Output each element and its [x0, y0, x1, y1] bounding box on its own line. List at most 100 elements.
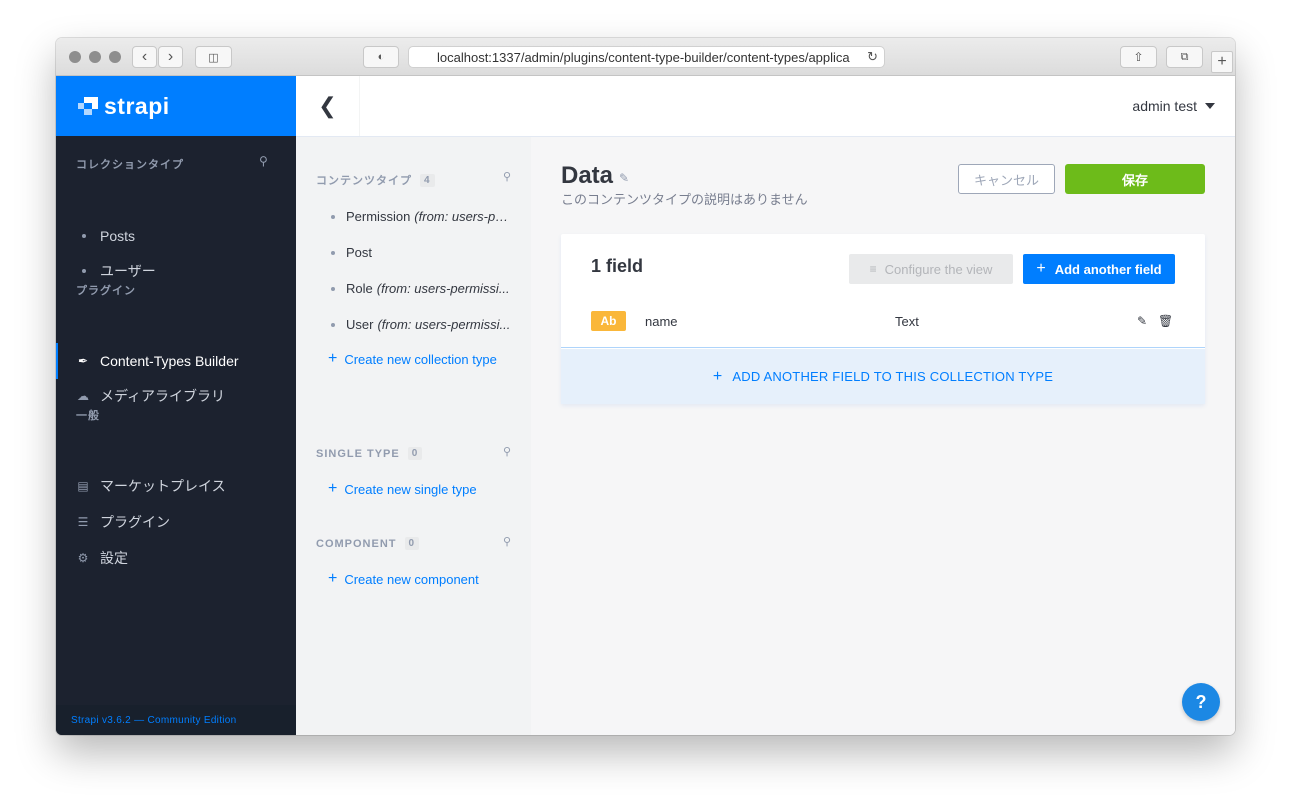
plus-icon: + — [712, 367, 723, 385]
privacy-report-button[interactable]: ◐ — [363, 46, 399, 68]
share-icon: ⇧ — [1133, 50, 1144, 64]
sidebar-toggle-button[interactable]: ◫ — [195, 46, 232, 68]
address-url: localhost:1337/admin/plugins/content-typ… — [437, 49, 850, 65]
create-component-link[interactable]: + Create new component — [328, 571, 479, 587]
create-single-type-link[interactable]: + Create new single type — [328, 481, 477, 497]
basket-icon: ▤ — [77, 479, 89, 493]
page-title-text: Data — [561, 162, 614, 189]
top-header: ❮ admin test — [296, 76, 1235, 137]
tabs-overview-button[interactable]: ⧉ — [1166, 46, 1203, 68]
user-name: admin test — [1132, 98, 1197, 114]
cancel-button[interactable]: キャンセル — [958, 164, 1055, 194]
list-item-role[interactable]: Role (from: users-permissi... — [331, 281, 511, 296]
bullet-icon — [331, 214, 335, 219]
left-sidebar: strapi コレクションタイプ ⚲ Posts ユーザー プラグイン ✒ Con… — [56, 76, 296, 735]
link-label: Create new collection type — [344, 351, 497, 367]
add-field-to-collection-button[interactable]: + ADD ANOTHER FIELD TO THIS COLLECTION T… — [561, 349, 1205, 404]
bullet-icon — [331, 322, 335, 327]
browser-toolbar: ‹ › ◫ ◐ localhost:1337/admin/plugins/con… — [56, 38, 1235, 76]
share-button[interactable]: ⇧ — [1120, 46, 1157, 68]
item-name: User — [346, 317, 374, 332]
sliders-icon: ≡ — [869, 262, 877, 276]
content-types-title: コンテンツタイプ — [316, 175, 412, 187]
chevron-right-icon: › — [167, 48, 174, 65]
chevron-left-icon: ‹ — [141, 48, 148, 65]
new-tab-button[interactable]: + — [1211, 51, 1233, 73]
user-menu[interactable]: admin test — [1132, 98, 1215, 114]
link-label: Create new single type — [344, 481, 477, 497]
reload-icon[interactable]: ↻ — [867, 49, 878, 65]
sidebar-item-label: 設定 — [100, 550, 128, 566]
sidebar-item-label: マーケットプレイス — [100, 478, 226, 494]
single-type-count: 0 — [407, 447, 423, 460]
add-another-field-button[interactable]: + Add another field — [1023, 254, 1175, 284]
plus-icon: + — [328, 480, 338, 497]
section-collection-types: コレクションタイプ — [76, 159, 184, 171]
item-source: (from: users-pe... — [414, 209, 511, 224]
plus-icon: + — [1217, 53, 1227, 70]
pencil-icon[interactable]: ✎ — [619, 171, 629, 185]
table-row[interactable]: Ab name Text ✎ 🗑 — [561, 298, 1205, 348]
back-nav-button[interactable]: ‹ — [132, 46, 157, 68]
single-type-title: SINGLE TYPE — [316, 447, 400, 460]
search-icon[interactable]: ⚲ — [503, 170, 511, 183]
sidebar-item-marketplace[interactable]: ▤ マーケットプレイス — [56, 468, 296, 504]
search-icon[interactable]: ⚲ — [503, 445, 511, 458]
field-name: name — [645, 314, 678, 329]
version-label: Strapi v3.6.2 — Community Edition — [56, 705, 296, 735]
main-content: Data ✎ このコンテンツタイプの説明はありません キャンセル 保存 1 fi… — [531, 137, 1235, 735]
list-icon: ☰ — [77, 515, 89, 529]
gear-icon: ⚙ — [77, 551, 89, 565]
component-title: COMPONENT — [316, 537, 397, 550]
list-item-post[interactable]: Post — [331, 245, 511, 260]
address-bar[interactable]: localhost:1337/admin/plugins/content-typ… — [408, 46, 885, 68]
list-item-user[interactable]: User (from: users-permissi... — [331, 317, 511, 332]
field-type-badge: Ab — [591, 311, 626, 331]
shield-icon: ◐ — [377, 51, 385, 63]
tabs-icon: ⧉ — [1180, 50, 1189, 63]
trash-icon[interactable]: 🗑 — [1158, 314, 1173, 328]
search-icon[interactable]: ⚲ — [259, 154, 268, 168]
single-type-header: SINGLE TYPE 0 — [316, 447, 423, 460]
bullet-icon — [82, 234, 86, 238]
sidebar-item-label: プラグイン — [100, 514, 170, 530]
button-label: Add another field — [1054, 261, 1162, 277]
item-source: (from: users-permissi... — [377, 317, 511, 332]
sidebar-item-label: メディアライブラリ — [100, 388, 226, 404]
page-title: Data ✎ — [561, 162, 629, 190]
item-name: Role — [346, 281, 373, 296]
sidebar-item-settings[interactable]: ⚙ 設定 — [56, 540, 296, 576]
save-button[interactable]: 保存 — [1065, 164, 1205, 194]
forward-nav-button[interactable]: › — [158, 46, 183, 68]
component-header: COMPONENT 0 — [316, 537, 420, 550]
help-button[interactable]: ? — [1182, 683, 1220, 721]
bullet-icon — [331, 250, 335, 255]
fields-count: 1 field — [591, 256, 644, 276]
sidebar-item-content-types-builder[interactable]: ✒ Content-Types Builder — [56, 343, 296, 379]
pencil-icon[interactable]: ✎ — [1137, 314, 1147, 328]
field-type: Text — [895, 314, 919, 329]
sidebar-item-plugins[interactable]: ☰ プラグイン — [56, 504, 296, 540]
brush-icon: ✒ — [77, 354, 89, 368]
browser-window: ‹ › ◫ ◐ localhost:1337/admin/plugins/con… — [56, 38, 1235, 735]
content-types-count: 4 — [420, 173, 435, 187]
search-icon[interactable]: ⚲ — [503, 535, 511, 548]
list-item-permission[interactable]: Permission (from: users-pe... — [331, 209, 511, 224]
link-label: Create new component — [344, 571, 479, 587]
sidebar-item-label: ユーザー — [100, 263, 156, 279]
chevron-left-icon: ❮ — [318, 93, 337, 118]
collapse-sidebar-button[interactable]: ❮ — [296, 76, 360, 136]
sidebar-item-posts[interactable]: Posts — [56, 218, 296, 254]
strapi-logo[interactable]: strapi — [56, 76, 296, 136]
close-window-button[interactable] — [69, 51, 81, 63]
create-collection-type-link[interactable]: + Create new collection type — [328, 351, 497, 367]
plus-icon: + — [1036, 260, 1046, 277]
bullet-icon — [82, 269, 86, 273]
page-description: このコンテンツタイプの説明はありません — [561, 192, 808, 207]
minimize-window-button[interactable] — [89, 51, 101, 63]
button-label: ADD ANOTHER FIELD TO THIS COLLECTION TYP… — [732, 369, 1054, 384]
configure-view-button[interactable]: ≡ Configure the view — [849, 254, 1013, 284]
section-plugins: プラグイン — [76, 285, 136, 297]
plus-icon: + — [328, 570, 338, 587]
zoom-window-button[interactable] — [109, 51, 121, 63]
